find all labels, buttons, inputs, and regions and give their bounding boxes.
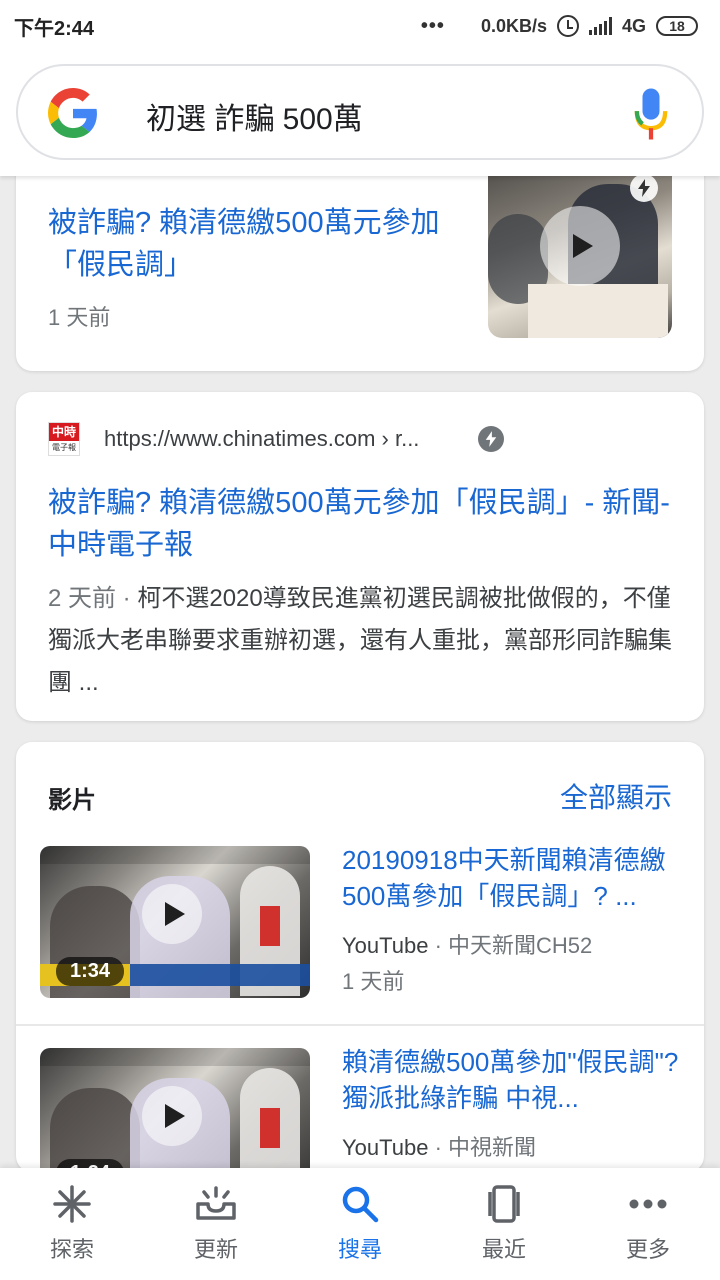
result-card-top[interactable]: 被詐騙? 賴清德繳500萬元參加「假民調」 1 天前 [16, 150, 704, 371]
video-source-name: YouTube [342, 933, 429, 958]
thumbnail-logo-bar [40, 846, 310, 864]
video-age: 1 天前 [342, 969, 405, 994]
status-icons: ••• 0.0KB/s 4G 18 [421, 15, 698, 38]
result-snippet: 2 天前 · 柯不選2020導致民進黨初選民調被批做假的，不僅獨派大老串聯要求重… [48, 578, 678, 704]
status-time: 下午2:44 [14, 17, 95, 40]
bottom-navigation: 探索 更新 搜尋 最近 更多 [0, 1168, 720, 1280]
favicon-top-text: 中時 [49, 423, 79, 441]
amp-lightning-icon [630, 174, 658, 202]
play-icon[interactable] [540, 206, 620, 286]
play-icon[interactable] [142, 1086, 202, 1146]
video-channel: · 中視新聞 [428, 1135, 537, 1160]
search-header: 初選 詐騙 500萬 [0, 52, 720, 176]
result-date: 2 天前 [48, 585, 117, 612]
video-duration: 1:34 [56, 957, 125, 986]
nav-item-search[interactable]: 搜尋 [300, 1184, 420, 1264]
video-title-link[interactable]: 20190918中天新聞賴清德繳500萬參加「假民調」? ... [342, 842, 682, 914]
thumbnail-accent [260, 1108, 280, 1148]
nav-label: 搜尋 [337, 1237, 382, 1262]
video-item[interactable]: 1:34 20190918中天新聞賴清德繳500萬參加「假民調」? ... Yo… [16, 842, 704, 1046]
google-logo-icon[interactable] [48, 88, 98, 138]
inbox-icon [194, 1184, 238, 1224]
separator: · [116, 585, 138, 612]
nav-label: 更多 [625, 1237, 670, 1262]
notification-dots-icon: ••• [420, 14, 445, 37]
site-row: 中時 電子報 https://www.chinatimes.com › r... [48, 422, 419, 456]
search-input[interactable]: 初選 詐騙 500萬 [146, 94, 363, 138]
videos-card: 影片 全部顯示 1:34 20190918中天新聞賴清德繳500萬參加「假民調」… [16, 742, 704, 1172]
favicon-bottom-text: 電子報 [52, 443, 76, 452]
video-source-name: YouTube [342, 1135, 429, 1160]
video-source: YouTube · 中視新聞 [342, 1130, 536, 1162]
video-thumbnail[interactable]: 1:24 [40, 1048, 310, 1172]
search-bar[interactable]: 初選 詐騙 500萬 [16, 64, 704, 160]
result-thumbnail[interactable] [488, 174, 672, 338]
chinatimes-favicon-icon: 中時 電子報 [48, 422, 80, 456]
snippet-text: 柯不選2020導致民進黨初選民調被批做假的，不僅獨派大老串聯要求重辦初選，還有人… [48, 585, 672, 696]
video-thumbnail[interactable]: 1:34 [40, 846, 310, 998]
thumbnail-accent [260, 906, 280, 946]
nav-item-recent[interactable]: 最近 [444, 1184, 564, 1264]
result-card-chinatimes[interactable]: 中時 電子報 https://www.chinatimes.com › r...… [16, 392, 704, 721]
nav-label: 最近 [481, 1237, 526, 1262]
video-item[interactable]: 1:24 賴清德繳500萬參加"假民調"? 獨派批綠詐騙 中視... YouTu… [16, 1024, 704, 1172]
amp-lightning-icon [478, 426, 504, 452]
show-all-link[interactable]: 全部顯示 [560, 776, 672, 816]
nav-item-updates[interactable]: 更新 [156, 1184, 276, 1264]
nav-label: 探索 [49, 1237, 94, 1262]
status-bar: 下午2:44 ••• 0.0KB/s 4G 18 [0, 0, 720, 52]
signal-icon [588, 17, 612, 35]
nav-item-more[interactable]: 更多 [588, 1184, 708, 1264]
play-triangle [165, 1104, 185, 1128]
thumbnail-table [528, 284, 668, 338]
play-icon[interactable] [142, 884, 202, 944]
more-dots-icon [626, 1184, 670, 1224]
result-age: 1 天前 [48, 305, 111, 330]
recent-cards-icon [482, 1184, 526, 1224]
nav-label: 更新 [193, 1237, 238, 1262]
result-title-link[interactable]: 被詐騙? 賴清德繳500萬元參加「假民調」- 新聞- 中時電子報 [48, 482, 678, 566]
asterisk-icon [50, 1184, 94, 1224]
video-channel: · 中天新聞CH52 [428, 933, 593, 958]
video-title-link[interactable]: 賴清德繳500萬參加"假民調"? 獨派批綠詐騙 中視... [342, 1044, 682, 1116]
nav-item-discover[interactable]: 探索 [12, 1184, 132, 1264]
result-url[interactable]: https://www.chinatimes.com › r... [104, 426, 419, 452]
network-type: 4G [621, 15, 646, 36]
play-triangle [165, 902, 185, 926]
play-triangle [573, 234, 593, 258]
network-speed: 0.0KB/s [480, 15, 547, 36]
videos-heading: 影片 [48, 787, 96, 814]
result-title-link[interactable]: 被詐騙? 賴清德繳500萬元參加「假民調」 [48, 202, 468, 286]
microphone-icon[interactable] [634, 88, 668, 140]
search-icon [338, 1184, 382, 1224]
battery-icon: 18 [656, 16, 698, 36]
video-source: YouTube · 中天新聞CH52 [342, 928, 592, 960]
thumbnail-logo-bar [40, 1048, 310, 1066]
alarm-icon [556, 15, 579, 37]
